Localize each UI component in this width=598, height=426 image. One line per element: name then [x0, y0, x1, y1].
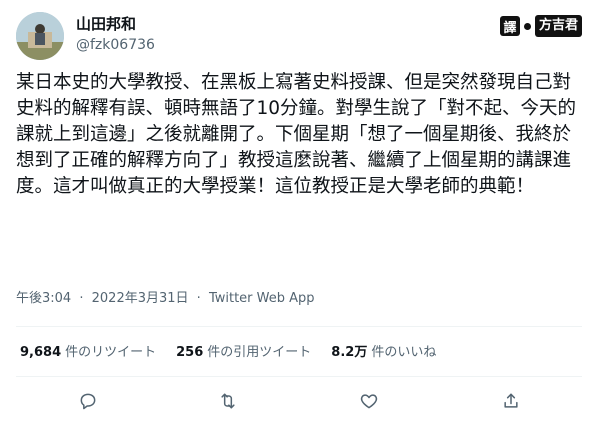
meta-separator: ·	[196, 291, 201, 306]
quotes-label: 件の引用ツイート	[207, 345, 312, 360]
author-block: 山田邦和 @fzk06736	[76, 14, 155, 55]
retweets-count: 9,684	[20, 345, 62, 360]
meta-separator: ·	[79, 291, 84, 306]
watermark-text: 方吉君	[534, 15, 582, 37]
author-handle[interactable]: @fzk06736	[76, 35, 155, 55]
likes-label: 件のいいね	[371, 345, 437, 360]
share-icon	[504, 393, 518, 408]
share-button[interactable]	[499, 389, 523, 413]
tweet-date[interactable]: 2022年3月31日	[92, 291, 189, 306]
watermark: 譯 方吉君	[499, 14, 582, 38]
quotes-stat[interactable]: 256 件の引用ツイート	[176, 343, 311, 363]
heart-icon	[360, 394, 378, 409]
avatar-image	[16, 12, 64, 60]
action-bar	[0, 383, 598, 417]
tweet-text: 某日本史的大學教授、在黑板上寫著史料授課、但是突然發現自己對史料的解釋有誤、頓時…	[16, 72, 577, 197]
watermark-icon: 譯	[499, 16, 520, 36]
retweet-icon	[221, 393, 235, 409]
likes-count: 8.2万	[331, 345, 368, 360]
retweets-stat[interactable]: 9,684 件のリツイート	[20, 343, 156, 363]
tweet-detail: 山田邦和 @fzk06736 譯 方吉君 某日本史的大學教授、在黑板上寫著史料授…	[0, 0, 598, 426]
author-display-name[interactable]: 山田邦和	[76, 14, 155, 34]
divider	[16, 326, 582, 327]
tweet-time[interactable]: 午後3:04	[16, 291, 71, 306]
tweet-source[interactable]: Twitter Web App	[209, 291, 315, 306]
divider	[16, 376, 582, 377]
reply-icon	[80, 393, 96, 410]
likes-stat[interactable]: 8.2万 件のいいね	[331, 343, 436, 363]
like-button[interactable]	[357, 389, 381, 413]
watermark-dot	[523, 22, 531, 30]
quotes-count: 256	[176, 345, 204, 360]
tweet-meta: 午後3:04 · 2022年3月31日 · Twitter Web App	[16, 290, 315, 308]
engagement-stats: 9,684 件のリツイート 256 件の引用ツイート 8.2万 件のいいね	[20, 343, 436, 363]
retweet-button[interactable]	[216, 389, 240, 413]
avatar[interactable]	[16, 12, 64, 60]
retweets-label: 件のリツイート	[65, 345, 157, 360]
reply-button[interactable]	[76, 389, 100, 413]
